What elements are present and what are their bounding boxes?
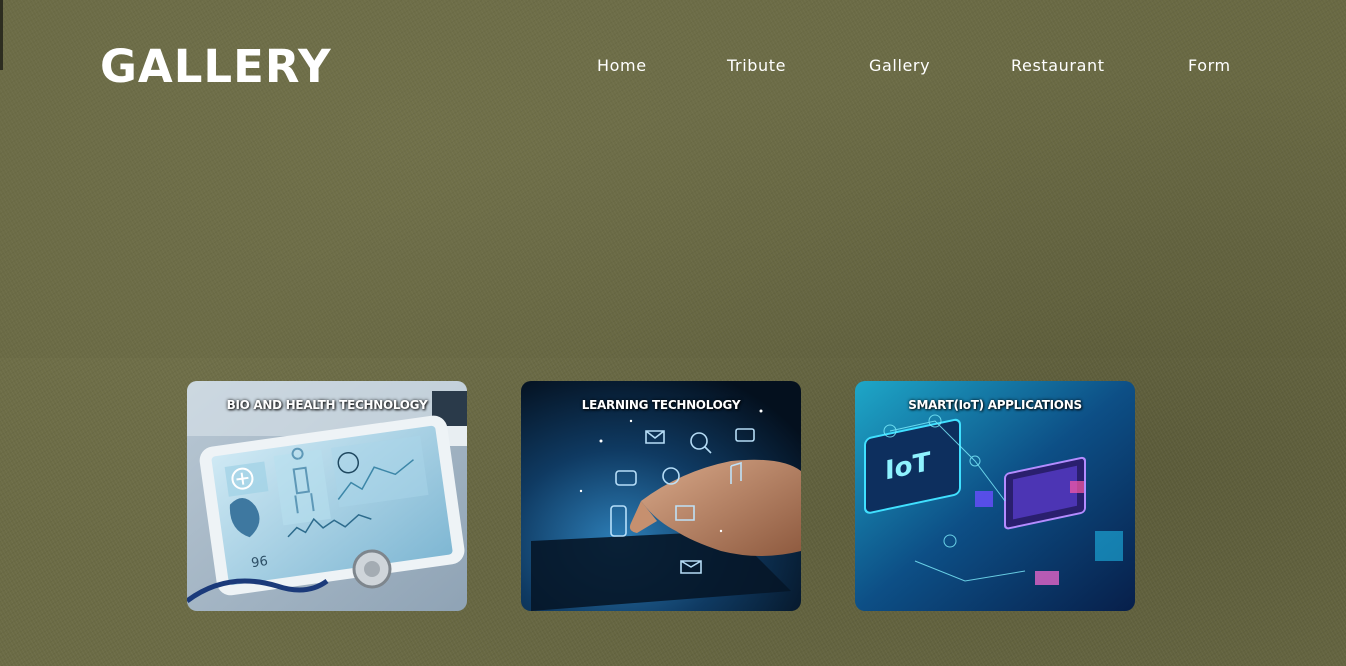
nav-link-home[interactable]: Home <box>597 56 647 75</box>
nav-link-gallery[interactable]: Gallery <box>869 56 930 75</box>
nav-link-tribute[interactable]: Tribute <box>727 56 786 75</box>
card-title: SMART(IoT) APPLICATIONS <box>908 398 1082 412</box>
bio-health-image: 96 <box>187 381 467 611</box>
gallery-card-iot[interactable]: IoT SMART(IoT) APPLICATIONS <box>855 381 1135 611</box>
card-title: LEARNING TECHNOLOGY <box>581 398 741 412</box>
card-title: BIO AND HEALTH TECHNOLOGY <box>226 398 428 412</box>
learning-image <box>521 381 801 611</box>
nav-link-restaurant[interactable]: Restaurant <box>1011 56 1105 75</box>
main-nav: Home Tribute Gallery Restaurant Form <box>0 56 1346 80</box>
svg-text:96: 96 <box>250 554 268 571</box>
gallery-card-bio-health[interactable]: 96 BIO AND HEALTH TECHNOLOGY <box>187 381 467 611</box>
gallery-card-learning[interactable]: LEARNING TECHNOLOGY <box>521 381 801 611</box>
nav-link-form[interactable]: Form <box>1188 56 1231 75</box>
iot-image: IoT <box>855 381 1135 611</box>
